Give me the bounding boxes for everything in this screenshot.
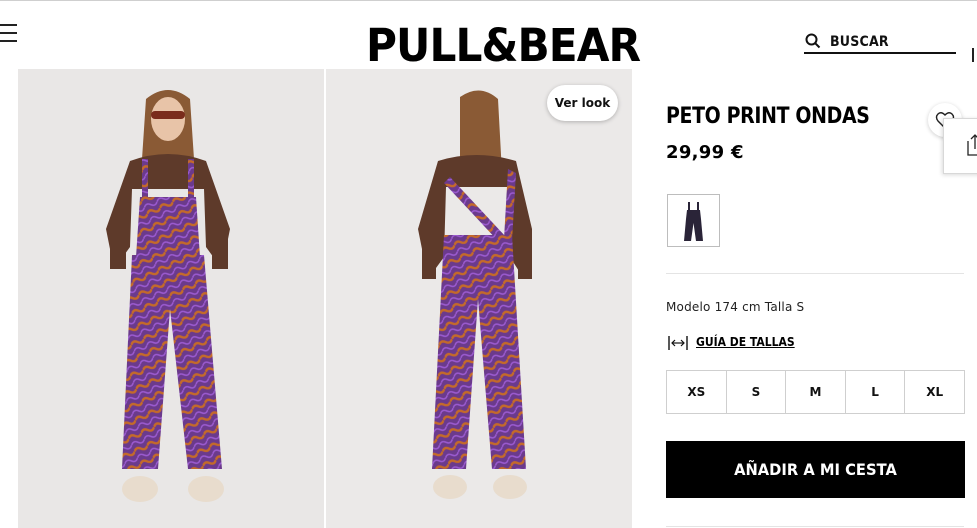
divider xyxy=(666,273,964,274)
share-icon xyxy=(967,134,977,156)
cart-icon[interactable] xyxy=(972,48,977,62)
search-input[interactable]: BUSCAR xyxy=(804,32,956,54)
size-option-xl[interactable]: XL xyxy=(905,371,964,413)
brand-logo[interactable]: PULL&BEAR xyxy=(366,22,641,70)
size-option-l[interactable]: L xyxy=(846,371,906,413)
search-label: BUSCAR xyxy=(830,34,889,50)
add-to-cart-button[interactable]: AÑADIR A MI CESTA xyxy=(666,441,965,498)
menu-button[interactable] xyxy=(0,22,18,44)
product-image-front[interactable] xyxy=(18,69,324,528)
product-title: PETO PRINT ONDAS xyxy=(666,104,870,129)
ruler-icon xyxy=(668,336,688,350)
color-swatch[interactable] xyxy=(667,194,720,247)
size-guide-label: GUÍA DE TALLAS xyxy=(696,335,795,349)
product-price: 29,99 € xyxy=(666,142,744,163)
size-option-m[interactable]: M xyxy=(786,371,846,413)
hamburger-icon xyxy=(0,24,17,26)
model-info: Modelo 174 cm Talla S xyxy=(666,300,805,314)
size-selector: XS S M L XL xyxy=(666,370,965,414)
overall-thumbnail-icon xyxy=(684,202,703,241)
search-icon xyxy=(805,33,821,49)
model-front-illustration xyxy=(106,90,230,502)
hamburger-line xyxy=(0,40,17,42)
size-option-s[interactable]: S xyxy=(727,371,787,413)
divider xyxy=(666,526,964,527)
top-border xyxy=(0,0,977,1)
product-image-back[interactable] xyxy=(326,69,632,528)
model-back-illustration xyxy=(418,90,532,499)
hamburger-line xyxy=(0,32,17,34)
share-button[interactable] xyxy=(943,118,977,174)
size-option-xs[interactable]: XS xyxy=(667,371,727,413)
ver-look-button[interactable]: Ver look xyxy=(547,85,618,121)
add-to-cart-label: AÑADIR A MI CESTA xyxy=(734,460,897,479)
